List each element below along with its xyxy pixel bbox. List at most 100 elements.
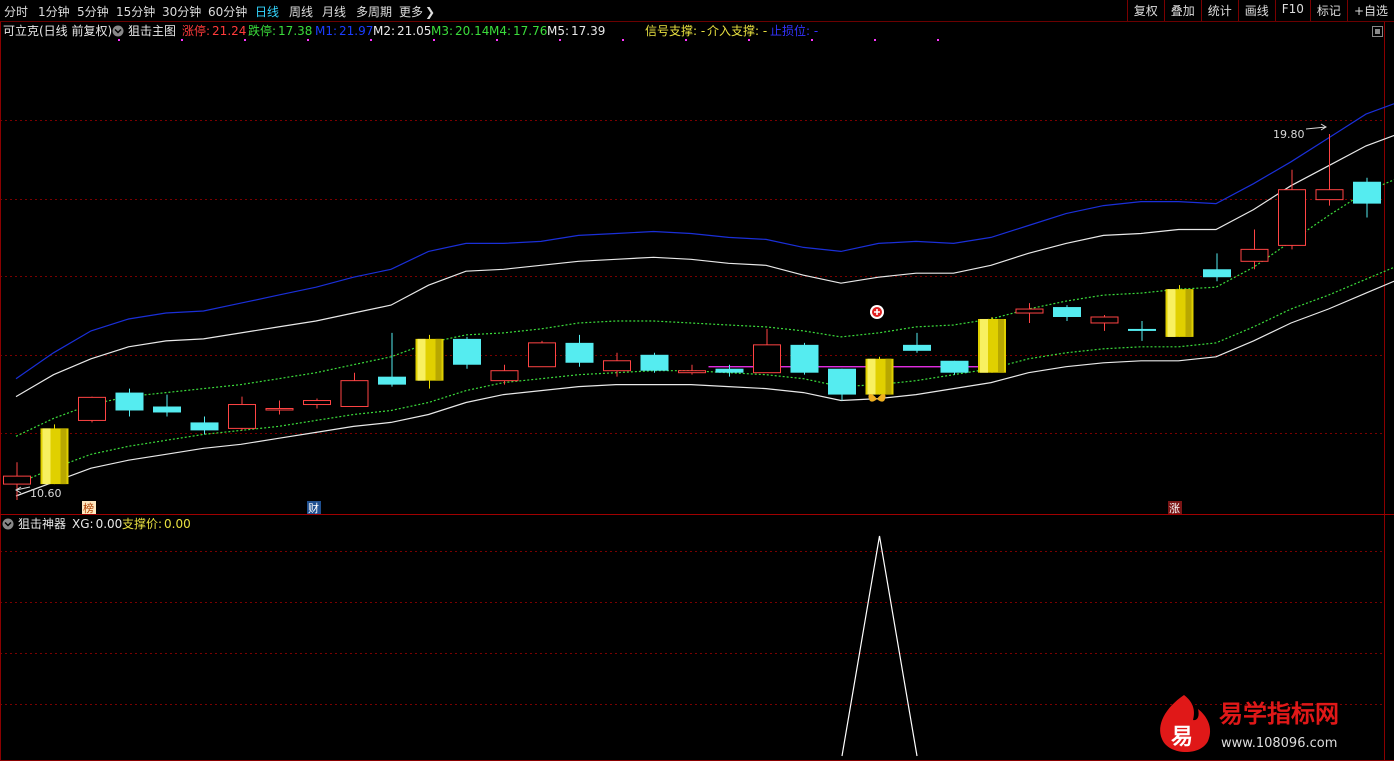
candle[interactable] <box>40 424 69 485</box>
top-marker-dot <box>622 39 624 41</box>
legend-m1-label: M1: <box>315 24 337 38</box>
legend-m2-label: M2: <box>373 24 395 38</box>
f10-button[interactable]: F10 <box>1274 0 1310 21</box>
tab-more[interactable]: 更多 ❯ <box>399 3 435 20</box>
candle-body <box>1278 189 1306 246</box>
candle[interactable] <box>528 340 556 368</box>
signal-legend: 信号支撑: - 介入支撑: - 止损位: - <box>645 23 818 38</box>
candle-body-highlight <box>1167 289 1176 337</box>
watermark-url: www.108096.com <box>1221 736 1337 751</box>
buy-signal-plus-marker[interactable] <box>870 305 884 319</box>
tab-60min[interactable]: 60分钟 <box>208 3 247 20</box>
draw-line-button[interactable]: 画线 <box>1237 0 1275 21</box>
entry-support: 介入支撑: - <box>707 23 767 38</box>
sub-xg-value: 0.00 <box>96 517 123 531</box>
candle-body <box>565 342 594 363</box>
high-price-label: 19.80 <box>1273 128 1305 141</box>
candle-body-shade <box>998 318 1004 373</box>
candle-body <box>1053 307 1081 317</box>
indicator-name: 狙击主图 <box>128 24 176 38</box>
candle[interactable] <box>1165 285 1194 337</box>
event-tag-bang-label: 榜 <box>83 501 94 515</box>
fuquan-button[interactable]: 复权 <box>1126 0 1164 21</box>
event-tag-bang[interactable]: 榜 <box>82 501 96 515</box>
candle-body-shade <box>885 358 892 395</box>
tab-multi-period[interactable]: 多周期 <box>356 3 392 20</box>
candle-body <box>828 368 856 395</box>
legend-m4-value: 17.76 <box>513 24 547 38</box>
main-kline-panel[interactable]: 可立克(日线 前复权) 狙击主图 涨停: 21.24 跌停: 17.38 M1: 21… <box>0 22 1394 515</box>
candle-body <box>78 396 106 421</box>
top-marker-dot <box>118 39 120 41</box>
candle[interactable] <box>415 334 444 389</box>
signal-support: 信号支撑: - <box>645 23 705 38</box>
top-marker-dot <box>874 39 876 41</box>
candle-body <box>528 342 556 368</box>
sub-support-value: 0.00 <box>164 517 191 531</box>
legend-dt-label: 跌停: <box>248 23 276 38</box>
top-marker-dot <box>307 39 309 41</box>
candle[interactable] <box>865 356 894 395</box>
tab-daily[interactable]: 日线 <box>255 3 279 20</box>
add-watchlist-button[interactable]: +自选 <box>1346 0 1394 21</box>
candle-body-shade <box>60 428 67 485</box>
candle-body <box>340 380 369 408</box>
candle-body <box>678 370 706 374</box>
candle[interactable] <box>78 396 106 423</box>
sub-indicator-panel[interactable]: 狙击神器 XG: 0.00 支撑价: 0.00 易 易学指标网 www.108096… <box>0 515 1394 761</box>
candle[interactable] <box>940 360 969 375</box>
candle-body <box>265 408 294 411</box>
candle-body <box>790 344 819 373</box>
tab-1min[interactable]: 1分钟 <box>38 3 70 20</box>
candle[interactable] <box>640 352 669 373</box>
maximize-icon <box>1375 29 1380 34</box>
stock-title: 可立克(日线 前复权) <box>3 23 112 38</box>
tab-30min[interactable]: 30分钟 <box>162 3 201 20</box>
event-tag-cai[interactable]: 财 <box>307 501 321 515</box>
mark-button[interactable]: 标记 <box>1309 0 1347 21</box>
candle[interactable] <box>453 336 481 369</box>
collapse-toggle[interactable] <box>112 25 124 37</box>
overlay-button[interactable]: 叠加 <box>1163 0 1201 21</box>
candle-body <box>1090 316 1119 324</box>
legend-zt-value: 21.24 <box>212 24 246 38</box>
candle-body <box>940 360 969 373</box>
candle[interactable] <box>978 317 1006 373</box>
tab-fenshi[interactable]: 分时 <box>4 3 28 20</box>
candle-body-highlight <box>417 338 426 381</box>
candle-body-highlight <box>867 358 876 395</box>
tab-5min[interactable]: 5分钟 <box>77 3 109 20</box>
top-marker-dot <box>181 39 183 41</box>
sub-value-legend: XG: 0.00 支撑价: 0.00 <box>72 516 191 531</box>
tab-monthly[interactable]: 月线 <box>322 3 346 20</box>
sub-indicator-name: 狙击神器 <box>18 517 66 531</box>
candle-body <box>1128 328 1156 331</box>
value-legend: 涨停: 21.24 跌停: 17.38 M1: 21.97 M2: 21.05 M3: 2… <box>182 23 605 38</box>
top-marker-dot <box>748 39 750 41</box>
sub-support-label: 支撑价: <box>122 516 162 531</box>
stats-button[interactable]: 统计 <box>1200 0 1238 21</box>
stop-loss: 止损位: - <box>770 23 818 38</box>
candle-body-shade <box>435 338 442 381</box>
event-tag-zhang[interactable]: 涨 <box>1168 501 1182 515</box>
top-marker-dot <box>559 39 561 41</box>
candle-body <box>753 344 781 374</box>
event-tag-cai-label: 财 <box>308 501 319 515</box>
candle-body <box>453 338 481 365</box>
legend-zt-label: 涨停: <box>182 23 210 38</box>
legend-m2-value: 21.05 <box>397 24 431 38</box>
tab-weekly[interactable]: 周线 <box>289 3 313 20</box>
candle-body <box>303 400 331 406</box>
tab-more-label: 更多 <box>399 5 424 19</box>
chevron-right-icon: ❯ <box>425 5 436 19</box>
watermark: 易 易学指标网 www.108096.com <box>1160 695 1339 753</box>
period-toolbar: 分时 1分钟 5分钟 15分钟 30分钟 60分钟 日线 周线 月线 多周期 更… <box>0 0 1394 22</box>
candle-body <box>115 392 144 411</box>
candle-body <box>228 404 256 429</box>
sub-collapse-toggle[interactable] <box>2 518 14 530</box>
candle-body <box>3 475 31 485</box>
top-marker-dot <box>811 39 813 41</box>
tab-15min[interactable]: 15分钟 <box>116 3 155 20</box>
candle[interactable] <box>790 342 819 375</box>
candle-body <box>1203 269 1231 278</box>
